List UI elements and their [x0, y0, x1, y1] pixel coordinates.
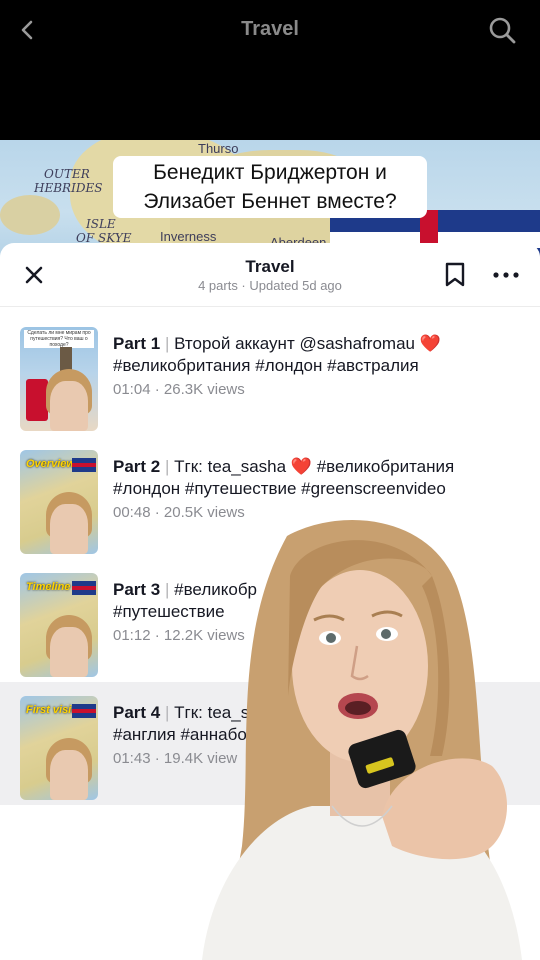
part-text: Тгк: tea_sasha — [174, 457, 287, 476]
video-thumbnail[interactable]: First visit — [20, 696, 98, 800]
heart-emoji: ❤️ — [419, 334, 441, 353]
search-icon — [489, 17, 516, 44]
thumbnail-caption: Сделать ли мне мирам про путешествия? Чт… — [24, 330, 94, 348]
part-description: Part 2 | Тгк: tea_sasha ❤️ #великобритан… — [113, 456, 513, 500]
video-thumbnail[interactable]: Timeline — [20, 573, 98, 677]
search-button[interactable] — [486, 14, 518, 46]
part-meta: 01:04 · 26.3K views — [113, 381, 245, 398]
person-face — [50, 627, 88, 677]
caption-line: Бенедикт Бриджертон и — [153, 161, 387, 184]
part-label: Part 3 — [113, 580, 161, 599]
duration: 00:48 — [113, 504, 151, 521]
separator: | — [164, 580, 170, 599]
uk-flag — [72, 581, 96, 595]
part-hashtags: #великобритания #лондон #австралия — [113, 356, 419, 375]
presenter-overlay — [192, 516, 522, 960]
part-description: Part 1 | Второй аккаунт @sashafromau ❤️ … — [113, 333, 513, 377]
bookmark-icon — [445, 262, 465, 287]
caption-line: Элизабет Беннет вместе? — [143, 190, 397, 213]
phone-booth-image — [26, 379, 48, 421]
map-label: ISLE — [86, 217, 116, 231]
duration: 01:12 — [113, 627, 151, 644]
sheet-header: Travel 4 parts · Updated 5d ago — [0, 243, 540, 307]
map-label: HEBRIDES — [34, 181, 103, 195]
part-label: Part 2 — [113, 457, 161, 476]
map-label: OUTER — [44, 167, 90, 181]
heart-emoji: ❤️ — [290, 457, 312, 476]
page-title: Travel — [241, 18, 299, 40]
separator: | — [164, 334, 170, 353]
video-thumbnail[interactable]: Сделать ли мне мирам про путешествия? Чт… — [20, 327, 98, 431]
uk-flag — [72, 704, 96, 718]
separator: | — [164, 703, 170, 722]
list-item[interactable]: Сделать ли мне мирам про путешествия? Чт… — [0, 313, 540, 436]
part-label: Part 4 — [113, 703, 161, 722]
duration: 01:04 — [113, 381, 151, 398]
uk-flag — [72, 458, 96, 472]
more-options-button[interactable] — [492, 261, 520, 289]
part-text: Второй аккаунт @sashafromau — [174, 334, 415, 353]
part-info: Part 1 | Второй аккаунт @sashafromau ❤️ … — [113, 333, 513, 398]
map-label: Thurso — [198, 141, 239, 156]
video-caption: Бенедикт Бриджертон и Элизабет Беннет вм… — [113, 156, 427, 218]
top-bar: Travel — [0, 0, 540, 140]
bookmark-button[interactable] — [442, 261, 468, 289]
part-label: Part 1 — [113, 334, 161, 353]
video-thumbnail[interactable]: Overview — [20, 450, 98, 554]
map-land — [0, 195, 60, 235]
person-face — [50, 750, 88, 800]
duration: 01:43 — [113, 750, 151, 767]
person-face — [50, 504, 88, 554]
separator: | — [164, 457, 170, 476]
view-count: 26.3K views — [163, 381, 245, 398]
more-dots-icon — [493, 272, 519, 278]
map-label: Inverness — [160, 229, 217, 244]
presenter-image — [202, 520, 522, 960]
person-face — [50, 381, 88, 431]
part-info: Part 2 | Тгк: tea_sasha ❤️ #великобритан… — [113, 456, 513, 521]
